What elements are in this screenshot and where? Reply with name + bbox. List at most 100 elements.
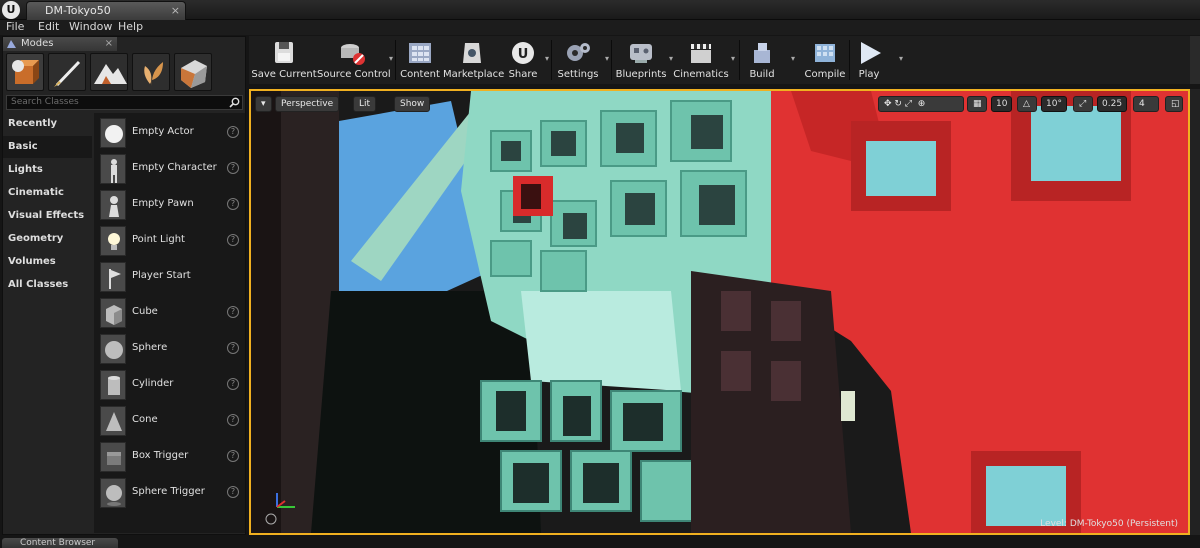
dropdown-glyph: ▾ [790, 54, 795, 63]
lit-button[interactable]: Lit [353, 96, 377, 112]
cinematics-button[interactable]: Cinematics [673, 36, 729, 84]
help-icon[interactable]: ? [227, 486, 239, 498]
item-label: Cone [132, 414, 158, 425]
scale-snap-icon[interactable]: ⤢ [1073, 96, 1093, 112]
settings-dropdown-icon[interactable]: ▾ [599, 36, 609, 84]
category-lights[interactable]: Lights [3, 159, 92, 181]
geometry-mode-icon[interactable] [174, 53, 212, 91]
unreal-logo-icon[interactable]: U [2, 1, 20, 19]
scale-snap-value[interactable]: 0.25 [1097, 96, 1128, 112]
viewport-scene[interactable] [251, 91, 1188, 533]
menu-window[interactable]: Window [69, 20, 112, 33]
camera-speed-value[interactable]: 4 [1133, 96, 1159, 112]
help-icon[interactable]: ? [227, 162, 239, 174]
character-icon [100, 154, 126, 184]
paint-mode-icon[interactable] [48, 53, 86, 91]
help-icon[interactable]: ? [227, 378, 239, 390]
category-all-classes[interactable]: All Classes [3, 274, 92, 296]
search-classes-input[interactable]: Search Classes [6, 95, 243, 110]
help-icon[interactable]: ? [227, 342, 239, 354]
close-tab-icon[interactable]: × [171, 4, 180, 17]
content-button[interactable]: Content [399, 36, 441, 84]
play-dropdown-icon[interactable]: ▾ [893, 36, 903, 84]
list-item[interactable]: Sphere Trigger ? [94, 475, 245, 511]
grid-snap-value[interactable]: 10 [991, 96, 1013, 112]
help-icon[interactable]: ? [227, 306, 239, 318]
save-icon [275, 42, 293, 63]
save-current-button[interactable]: Save Current [251, 36, 317, 84]
dropdown-glyph: ▾ [388, 54, 393, 63]
cylinder-icon [100, 370, 126, 400]
blueprints-button[interactable]: Blueprints [615, 36, 667, 84]
list-item[interactable]: Cone ? [94, 403, 245, 439]
list-item[interactable]: Sphere ? [94, 331, 245, 367]
modes-panel: Modes × Search Classes Recently Placed B… [2, 36, 246, 535]
blueprints-dropdown-icon[interactable]: ▾ [663, 36, 673, 84]
close-modes-icon[interactable]: × [105, 37, 113, 51]
transform-tools[interactable]: ✥ ↻ ⤢ ⊕ [878, 96, 964, 112]
settings-button[interactable]: Settings [555, 36, 601, 84]
level-viewport[interactable]: ▾ Perspective Lit Show ✥ ↻ ⤢ ⊕ ▦ 10 △ 10… [249, 89, 1190, 535]
play-label: Play [858, 69, 880, 80]
category-recently-placed[interactable]: Recently Placed [3, 113, 92, 151]
show-button[interactable]: Show [394, 96, 431, 112]
list-item[interactable]: Empty Pawn ? [94, 187, 245, 223]
source-control-button[interactable]: Source Control [317, 36, 391, 84]
help-icon[interactable]: ? [227, 234, 239, 246]
sphere-white-icon [100, 118, 126, 148]
category-cinematic[interactable]: Cinematic [3, 182, 92, 204]
item-label: Empty Pawn [132, 198, 194, 209]
help-icon[interactable]: ? [227, 450, 239, 462]
marketplace-button[interactable]: Marketplace [443, 36, 505, 84]
toolbar-scrollbar[interactable] [1190, 36, 1200, 84]
document-tab[interactable]: DM-Tokyo50 × [26, 1, 186, 20]
menu-file[interactable]: File [6, 20, 24, 33]
play-button[interactable]: Play [853, 36, 885, 84]
list-item[interactable]: Cylinder ? [94, 367, 245, 403]
category-list: Recently Placed Basic Lights Cinematic V… [3, 113, 92, 533]
gear-icon [567, 43, 590, 61]
category-basic[interactable]: Basic [3, 136, 92, 158]
menu-help[interactable]: Help [118, 20, 143, 33]
category-visual-effects[interactable]: Visual Effects [3, 205, 92, 227]
help-icon[interactable]: ? [227, 198, 239, 210]
help-icon[interactable]: ? [227, 414, 239, 426]
pawn-icon [100, 190, 126, 220]
compile-button[interactable]: Compile [803, 36, 847, 84]
modes-tab[interactable]: Modes × [3, 37, 117, 51]
source-control-dropdown-icon[interactable]: ▾ [383, 36, 393, 84]
menu-edit[interactable]: Edit [38, 20, 59, 33]
search-icon[interactable] [229, 97, 240, 108]
content-browser-tab[interactable]: Content Browser [2, 538, 118, 548]
sphere-icon [100, 334, 126, 364]
list-item[interactable]: Empty Actor ? [94, 115, 245, 151]
foliage-mode-icon[interactable] [132, 53, 170, 91]
list-item[interactable]: Point Light ? [94, 223, 245, 259]
list-item[interactable]: Cube ? [94, 295, 245, 331]
viewport-scrollbar[interactable] [1190, 89, 1200, 535]
category-geometry[interactable]: Geometry [3, 228, 92, 250]
maximize-viewport-icon[interactable]: ◱ [1165, 96, 1183, 112]
list-item[interactable]: Player Start [94, 259, 245, 295]
share-dropdown-icon[interactable]: ▾ [539, 36, 549, 84]
landscape-mode-icon[interactable] [90, 53, 128, 91]
marketplace-label: Marketplace [443, 69, 505, 80]
bulb-icon [100, 226, 126, 256]
cinematics-dropdown-icon[interactable]: ▾ [725, 36, 735, 84]
viewport-options-icon[interactable]: ▾ [255, 96, 272, 112]
build-dropdown-icon[interactable]: ▾ [785, 36, 795, 84]
list-item[interactable]: Box Trigger ? [94, 439, 245, 475]
source-control-icon [341, 44, 365, 65]
category-volumes[interactable]: Volumes [3, 251, 92, 273]
rotation-snap-value[interactable]: 10° [1041, 96, 1067, 112]
build-button[interactable]: Build [743, 36, 781, 84]
toolbar-divider [849, 40, 850, 80]
list-item[interactable]: Empty Character ? [94, 151, 245, 187]
grid-snap-icon[interactable]: ▦ [967, 96, 987, 112]
help-icon[interactable]: ? [227, 126, 239, 138]
level-label: Level: DM-Tokyo50 (Persistent) [1040, 519, 1178, 529]
place-mode-icon[interactable] [6, 53, 44, 91]
share-button[interactable]: U Share [503, 36, 543, 84]
perspective-button[interactable]: Perspective [275, 96, 340, 112]
rotation-snap-icon[interactable]: △ [1017, 96, 1037, 112]
